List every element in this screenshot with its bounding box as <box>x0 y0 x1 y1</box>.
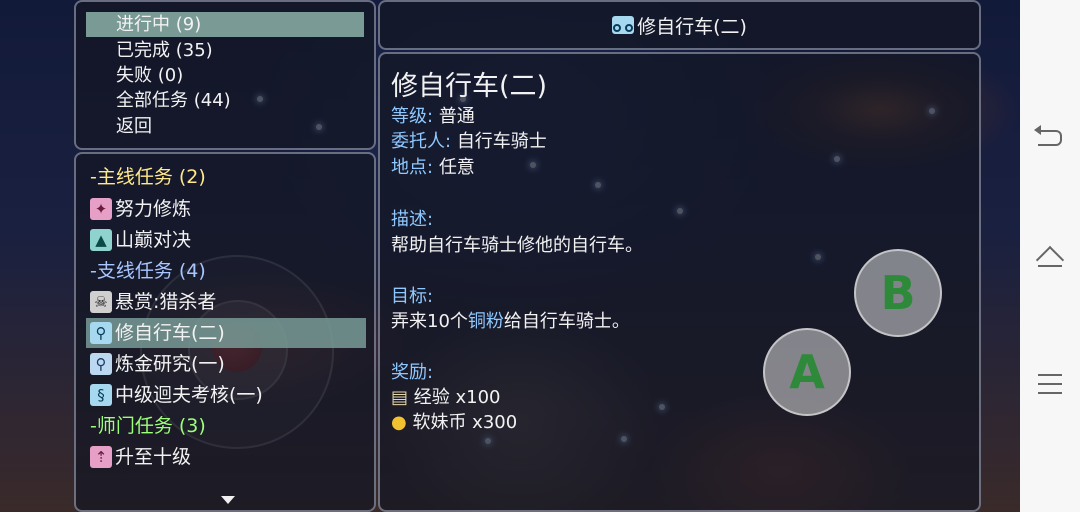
scroll-icon: ▤ <box>391 387 409 408</box>
client-label: 委托人: <box>391 131 452 152</box>
quest-title: 修自行车(二) <box>391 71 548 102</box>
quest-label: 悬赏:猎杀者 <box>115 291 217 313</box>
client-value: 自行车骑士 <box>456 131 547 152</box>
quest-status-menu: 进行中 (9) 已完成 (35) 失败 (0) 全部任务 (44) 返回 <box>74 0 376 150</box>
quest-label: 中级迴夫考核(一) <box>115 384 263 406</box>
level-up-icon: ⇡ <box>90 446 112 468</box>
category-side-quests[interactable]: -支线任务 (4) <box>90 256 366 286</box>
quest-item[interactable]: ✦ 努力修炼 <box>90 194 366 224</box>
quest-client: 委托人: 自行车骑士 <box>391 127 547 153</box>
header-title-wrap: 修自行车(二) <box>380 2 979 48</box>
quest-label: 炼金研究(一) <box>115 353 225 375</box>
category-main-quests[interactable]: -主线任务 (2) <box>90 162 366 192</box>
menu-item-in-progress[interactable]: 进行中 (9) <box>86 12 364 37</box>
home-icon[interactable] <box>1034 244 1066 268</box>
quest-header: 修自行车(二) <box>378 0 981 50</box>
quest-item[interactable]: ⚲ 炼金研究(一) <box>90 349 366 379</box>
category-master-quests[interactable]: -师门任务 (3) <box>90 411 366 441</box>
quest-list: -主线任务 (2) ✦ 努力修炼 ▲ 山巅对决 -支线任务 (4) ☠ 悬赏:猎… <box>74 152 376 512</box>
scroll-down-arrow-icon[interactable] <box>221 496 235 504</box>
goal-prefix: 弄来10个 <box>391 311 468 332</box>
quest-item[interactable]: ☠ 悬赏:猎杀者 <box>90 287 366 317</box>
mountain-duel-icon: ▲ <box>90 229 112 251</box>
menu-item-failed[interactable]: 失败 (0) <box>86 63 364 88</box>
b-button[interactable]: B <box>854 249 942 337</box>
reward-item: ● 软妹币 x300 <box>391 408 517 434</box>
a-button[interactable]: A <box>763 328 851 416</box>
quest-label: 山巅对决 <box>115 229 192 251</box>
goal-text: 弄来10个铜粉给自行车骑士。 <box>391 307 630 333</box>
level-value: 普通 <box>438 106 475 127</box>
location-label: 地点: <box>391 157 434 178</box>
android-nav-bar <box>1020 0 1080 512</box>
quest-location: 地点: 任意 <box>391 153 475 179</box>
header-title: 修自行车(二) <box>637 15 747 38</box>
quest-item[interactable]: § 中级迴夫考核(一) <box>90 380 366 410</box>
goal-suffix: 给自行车骑士。 <box>503 311 630 332</box>
quest-item-selected[interactable]: ⚲ 修自行车(二) <box>86 318 366 348</box>
quest-label: 修自行车(二) <box>115 322 225 344</box>
goal-label: 目标: <box>391 286 434 307</box>
bicycle-icon <box>612 16 635 34</box>
reward-text: 经验 x100 <box>413 387 501 408</box>
back-icon[interactable] <box>1034 122 1066 146</box>
magnifier-icon: ⚲ <box>90 353 112 375</box>
goal-item: 铜粉 <box>467 311 504 332</box>
training-icon: ✦ <box>90 198 112 220</box>
reward-label: 奖励: <box>391 362 434 383</box>
menu-icon[interactable] <box>1034 374 1066 394</box>
quest-label: 升至十级 <box>115 446 192 468</box>
quest-level: 等级: 普通 <box>391 102 475 128</box>
description-label: 描述: <box>391 209 434 230</box>
menu-item-back[interactable]: 返回 <box>86 114 364 139</box>
location-value: 任意 <box>438 157 475 178</box>
quest-item[interactable]: ⇡ 升至十级 <box>90 442 366 472</box>
skull-icon: ☠ <box>90 291 112 313</box>
description-text: 帮助自行车骑士修他的自行车。 <box>391 235 643 256</box>
bicycle-icon: ⚲ <box>90 322 112 344</box>
reward-item: ▤ 经验 x100 <box>391 383 500 409</box>
quest-item[interactable]: ▲ 山巅对决 <box>90 225 366 255</box>
swirl-icon: § <box>90 384 112 406</box>
coin-icon: ● <box>391 412 407 433</box>
menu-item-all-quests[interactable]: 全部任务 (44) <box>86 88 364 113</box>
reward-text: 软妹币 x300 <box>412 412 518 433</box>
menu-item-completed[interactable]: 已完成 (35) <box>86 38 364 63</box>
level-label: 等级: <box>391 106 434 127</box>
quest-label: 努力修炼 <box>115 198 192 220</box>
